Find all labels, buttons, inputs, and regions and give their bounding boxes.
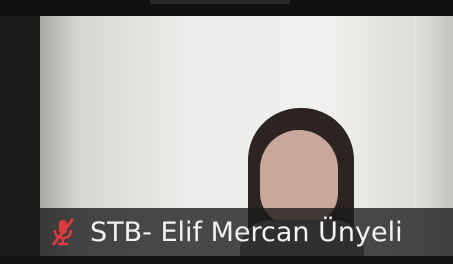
- top-bar: [0, 0, 453, 16]
- participant-name-bar: STB- Elif Mercan Ünyeli: [40, 208, 453, 256]
- participant-name: STB- Elif Mercan Ünyeli: [90, 216, 403, 248]
- mic-muted-icon: [50, 217, 76, 247]
- top-bar-handle: [150, 0, 290, 4]
- bottom-bar: [0, 256, 453, 264]
